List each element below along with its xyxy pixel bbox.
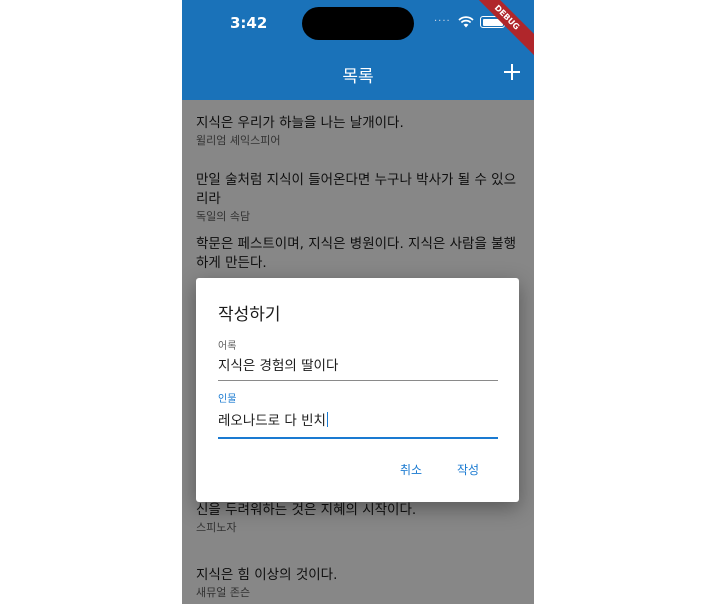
- person-field-underline: [218, 437, 498, 439]
- phone-screen: 3:42 .... DEBUG 목록 지식은 우리가 하늘을 나는 날개이다. …: [182, 0, 534, 604]
- app-bar: 3:42 .... DEBUG 목록: [182, 0, 534, 100]
- person-field-label: 인물: [218, 394, 237, 405]
- dialog-title: 작성하기: [218, 305, 281, 325]
- submit-button[interactable]: 작성: [457, 461, 479, 478]
- text-cursor: [326, 412, 329, 427]
- person-field: 인물 레오나드로 다 빈치: [218, 394, 498, 439]
- wifi-icon: [458, 16, 474, 28]
- person-input-value: 레오나드로 다 빈치: [218, 413, 326, 429]
- quote-input[interactable]: [218, 353, 498, 380]
- quote-field-underline: [218, 380, 498, 381]
- compose-dialog: 작성하기 어록 인물 레오나드로 다 빈치 취소 작성: [196, 278, 519, 502]
- plus-icon[interactable]: [504, 64, 520, 80]
- quote-field: 어록: [218, 341, 498, 381]
- debug-banner: DEBUG: [462, 0, 534, 62]
- person-input[interactable]: 레오나드로 다 빈치: [218, 406, 498, 437]
- page-title: 목록: [342, 67, 374, 87]
- quote-field-label: 어록: [218, 341, 237, 352]
- signal-icon: ....: [434, 13, 451, 24]
- status-time: 3:42: [230, 14, 268, 32]
- cancel-button[interactable]: 취소: [400, 461, 422, 478]
- dynamic-island: [302, 7, 414, 40]
